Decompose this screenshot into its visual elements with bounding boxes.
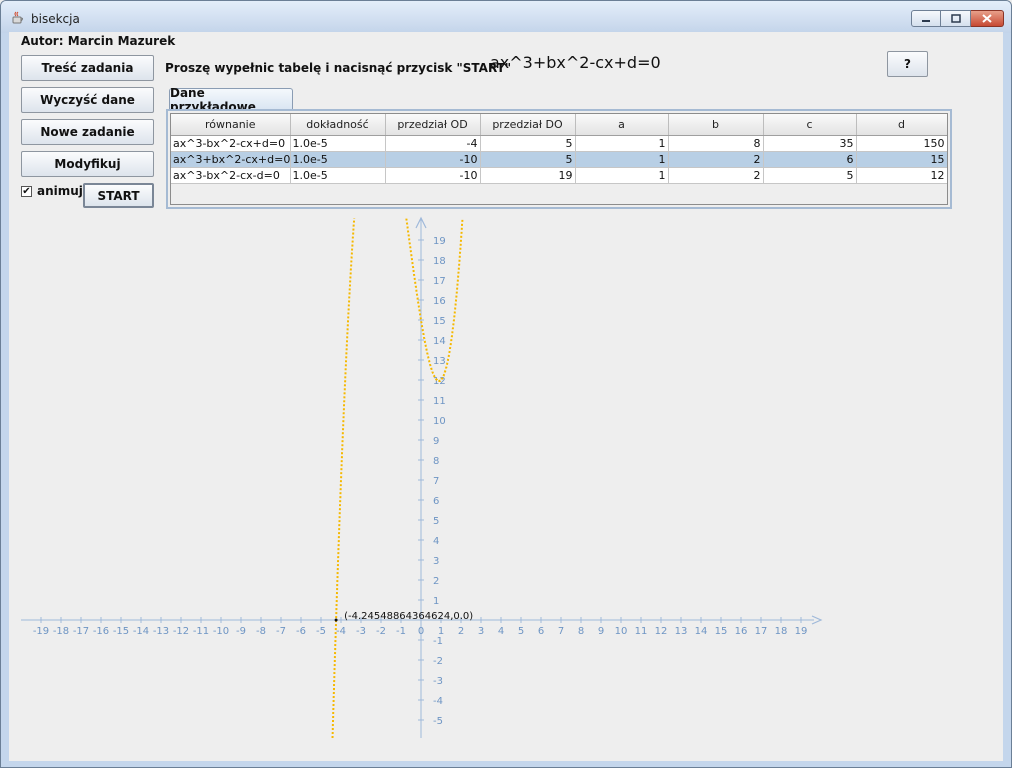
root-label: (-4.24548864364624,0.0): [344, 611, 473, 622]
x-tick-label: -1: [396, 626, 406, 637]
java-cup-icon: [12, 11, 23, 24]
x-tick-label: 17: [755, 626, 768, 637]
x-tick-label: -18: [53, 626, 69, 637]
x-tick-label: 10: [615, 626, 628, 637]
x-tick-label: -19: [33, 626, 49, 637]
x-tick-label: 4: [498, 626, 504, 637]
x-tick-label: 15: [715, 626, 728, 637]
y-tick-label: -4: [433, 696, 443, 707]
function-curve: [331, 218, 356, 739]
x-tick-label: 16: [735, 626, 748, 637]
x-tick-label: 7: [558, 626, 564, 637]
y-tick-label: 16: [433, 296, 446, 307]
x-tick-label: -6: [296, 626, 306, 637]
y-tick-label: 7: [433, 476, 439, 487]
x-tick-label: 12: [655, 626, 668, 637]
x-tick-label: 14: [695, 626, 708, 637]
y-tick-label: 3: [433, 556, 439, 567]
window-title: bisekcja: [31, 12, 80, 26]
x-tick-label: -4: [336, 626, 346, 637]
x-tick-label: -11: [193, 626, 209, 637]
y-tick-label: -5: [433, 716, 443, 727]
x-tick-label: 9: [598, 626, 604, 637]
y-tick-label: 19: [433, 236, 446, 247]
x-tick-label: -2: [376, 626, 386, 637]
y-tick-label: 4: [433, 536, 439, 547]
y-tick-label: 14: [433, 336, 446, 347]
y-tick-label: 10: [433, 416, 446, 427]
x-tick-label: -16: [93, 626, 109, 637]
x-tick-label: -13: [153, 626, 169, 637]
x-tick-label: -12: [173, 626, 189, 637]
minimize-button[interactable]: [911, 10, 941, 27]
y-tick-label: 15: [433, 316, 446, 327]
x-tick-label: -3: [356, 626, 366, 637]
x-tick-label: -7: [276, 626, 286, 637]
minimize-icon: [922, 19, 930, 22]
x-tick-label: 8: [578, 626, 584, 637]
y-tick-label: 1: [433, 596, 439, 607]
x-tick-label: 5: [518, 626, 524, 637]
y-tick-label: 9: [433, 436, 439, 447]
x-tick-label: 19: [795, 626, 808, 637]
close-button[interactable]: [971, 10, 1004, 27]
y-tick-label: -3: [433, 676, 443, 687]
window-controls: [911, 10, 1004, 28]
x-tick-label: 11: [635, 626, 648, 637]
y-tick-label: -1: [433, 636, 443, 647]
y-tick-label: 6: [433, 496, 439, 507]
y-tick-label: 13: [433, 356, 446, 367]
x-tick-label: 18: [775, 626, 788, 637]
app-window: bisekcja Autor: Marcin Mazurek Treść zad…: [0, 0, 1012, 768]
maximize-button[interactable]: [941, 10, 971, 27]
y-tick-label: 5: [433, 516, 439, 527]
x-tick-label: -9: [236, 626, 246, 637]
restore-icon: [950, 14, 961, 23]
x-tick-label: 3: [478, 626, 484, 637]
function-graph: -19 -18 -17 -16 -15 -14 -13 -12 -11 -10 -9 -8 -7 -6 -5…: [21, 216, 823, 739]
x-tick-label: -10: [213, 626, 229, 637]
y-tick-label: 17: [433, 276, 446, 287]
x-tick-label: -17: [73, 626, 89, 637]
x-tick-label: 6: [538, 626, 544, 637]
root-point: [334, 618, 338, 622]
y-tick-label: 2: [433, 576, 439, 587]
x-tick-label: -14: [133, 626, 149, 637]
y-tick-label: 8: [433, 456, 439, 467]
x-tick-label: -5: [316, 626, 326, 637]
y-tick-label: -2: [433, 656, 443, 667]
title-bar[interactable]: bisekcja: [1, 1, 1011, 33]
x-tick-label: -15: [113, 626, 129, 637]
x-tick-label: -8: [256, 626, 266, 637]
x-tick-label: 2: [458, 626, 464, 637]
x-tick-label: 0: [418, 626, 424, 637]
y-tick-label: 11: [433, 396, 446, 407]
x-tick-label: 13: [675, 626, 688, 637]
y-tick-label: 18: [433, 256, 446, 267]
close-icon: [982, 14, 992, 23]
main-panel: Autor: Marcin Mazurek Treść zadania Wycz…: [9, 32, 1003, 761]
